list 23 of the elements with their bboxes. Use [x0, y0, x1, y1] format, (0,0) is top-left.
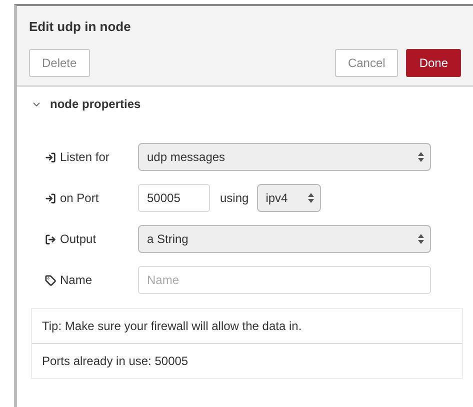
field-label: Output [60, 232, 96, 246]
done-button[interactable]: Done [406, 49, 461, 77]
sort-arrows-icon [418, 152, 424, 162]
tag-icon [45, 274, 56, 286]
dropdown[interactable]: a String [138, 225, 431, 253]
cancel-button[interactable]: Cancel [334, 49, 398, 77]
dropdown[interactable]: ipv4 [256, 184, 321, 212]
field-label: Name [60, 273, 92, 287]
delete-button[interactable]: Delete [29, 49, 90, 77]
using-label: using [220, 191, 249, 205]
tip-text: Tip: Make sure your firewall will allow the data in. [41, 318, 303, 335]
window-title: Edit udp in node [28, 18, 132, 36]
tip-text: Ports already in use: 50005 [32, 343, 462, 378]
exit-arrow-icon [45, 234, 56, 244]
section-title[interactable]: node properties [50, 97, 141, 111]
sort-arrows-icon [308, 193, 314, 203]
field-label: Listen for [60, 150, 110, 164]
port-field[interactable]: 50005 [138, 184, 210, 212]
enter-arrow-icon [45, 192, 56, 204]
enter-arrow-icon [45, 152, 56, 162]
field-label: on Port [60, 191, 99, 205]
dropdown[interactable]: udp messages [138, 143, 431, 171]
sort-arrows-icon [418, 234, 424, 244]
